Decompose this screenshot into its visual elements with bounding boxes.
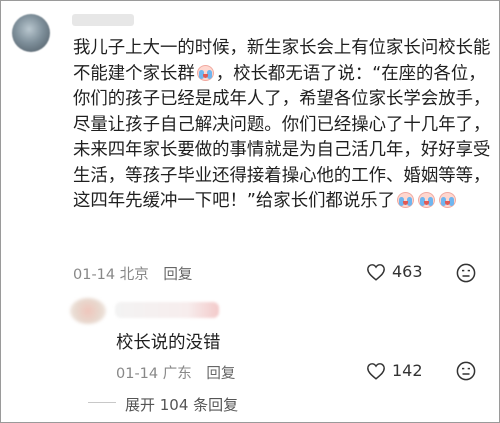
avatar[interactable]	[12, 14, 50, 52]
reply-date: 01-14	[116, 366, 159, 382]
comment-text-part2: ，校长都无语了说：“在座的各位，你们的孩子已经是成年人了，希望各位家长学会放手，…	[73, 63, 491, 212]
like-count: 463	[392, 262, 423, 281]
reply-button[interactable]: 回复	[163, 267, 192, 283]
comment-date: 01-14	[73, 267, 116, 283]
expand-replies-button[interactable]: 展开 104 条回复	[125, 394, 238, 415]
heart-icon	[367, 362, 385, 380]
username-blurred[interactable]	[72, 14, 134, 26]
crying-laughing-emoji-icon	[196, 63, 215, 82]
avatar[interactable]	[70, 298, 106, 324]
dislike-face-icon[interactable]	[456, 263, 476, 283]
reply-button[interactable]: 回复	[206, 366, 235, 382]
reply-meta: 01-14 广东 回复	[116, 362, 235, 383]
comment-text: 我儿子上大一的时候，新生家长会上有位家长问校长能不能建个家长群 ，校长都无语了说：…	[73, 36, 493, 215]
like-button[interactable]: 142	[366, 361, 423, 380]
divider	[88, 402, 116, 403]
like-count: 142	[392, 361, 423, 380]
like-button[interactable]: 463	[366, 262, 423, 281]
crying-laughing-emoji-icon	[417, 190, 436, 209]
crying-laughing-emoji-icon	[396, 190, 415, 209]
reply-location: 广东	[162, 366, 192, 382]
reply-text: 校长说的没错	[116, 333, 221, 353]
heart-icon	[367, 263, 385, 281]
username-blurred[interactable]	[115, 302, 219, 318]
comment-location: 北京	[119, 267, 149, 283]
crying-laughing-emoji-icon	[438, 190, 457, 209]
comment-meta: 01-14 北京 回复	[73, 263, 192, 284]
dislike-face-icon[interactable]	[456, 361, 476, 381]
